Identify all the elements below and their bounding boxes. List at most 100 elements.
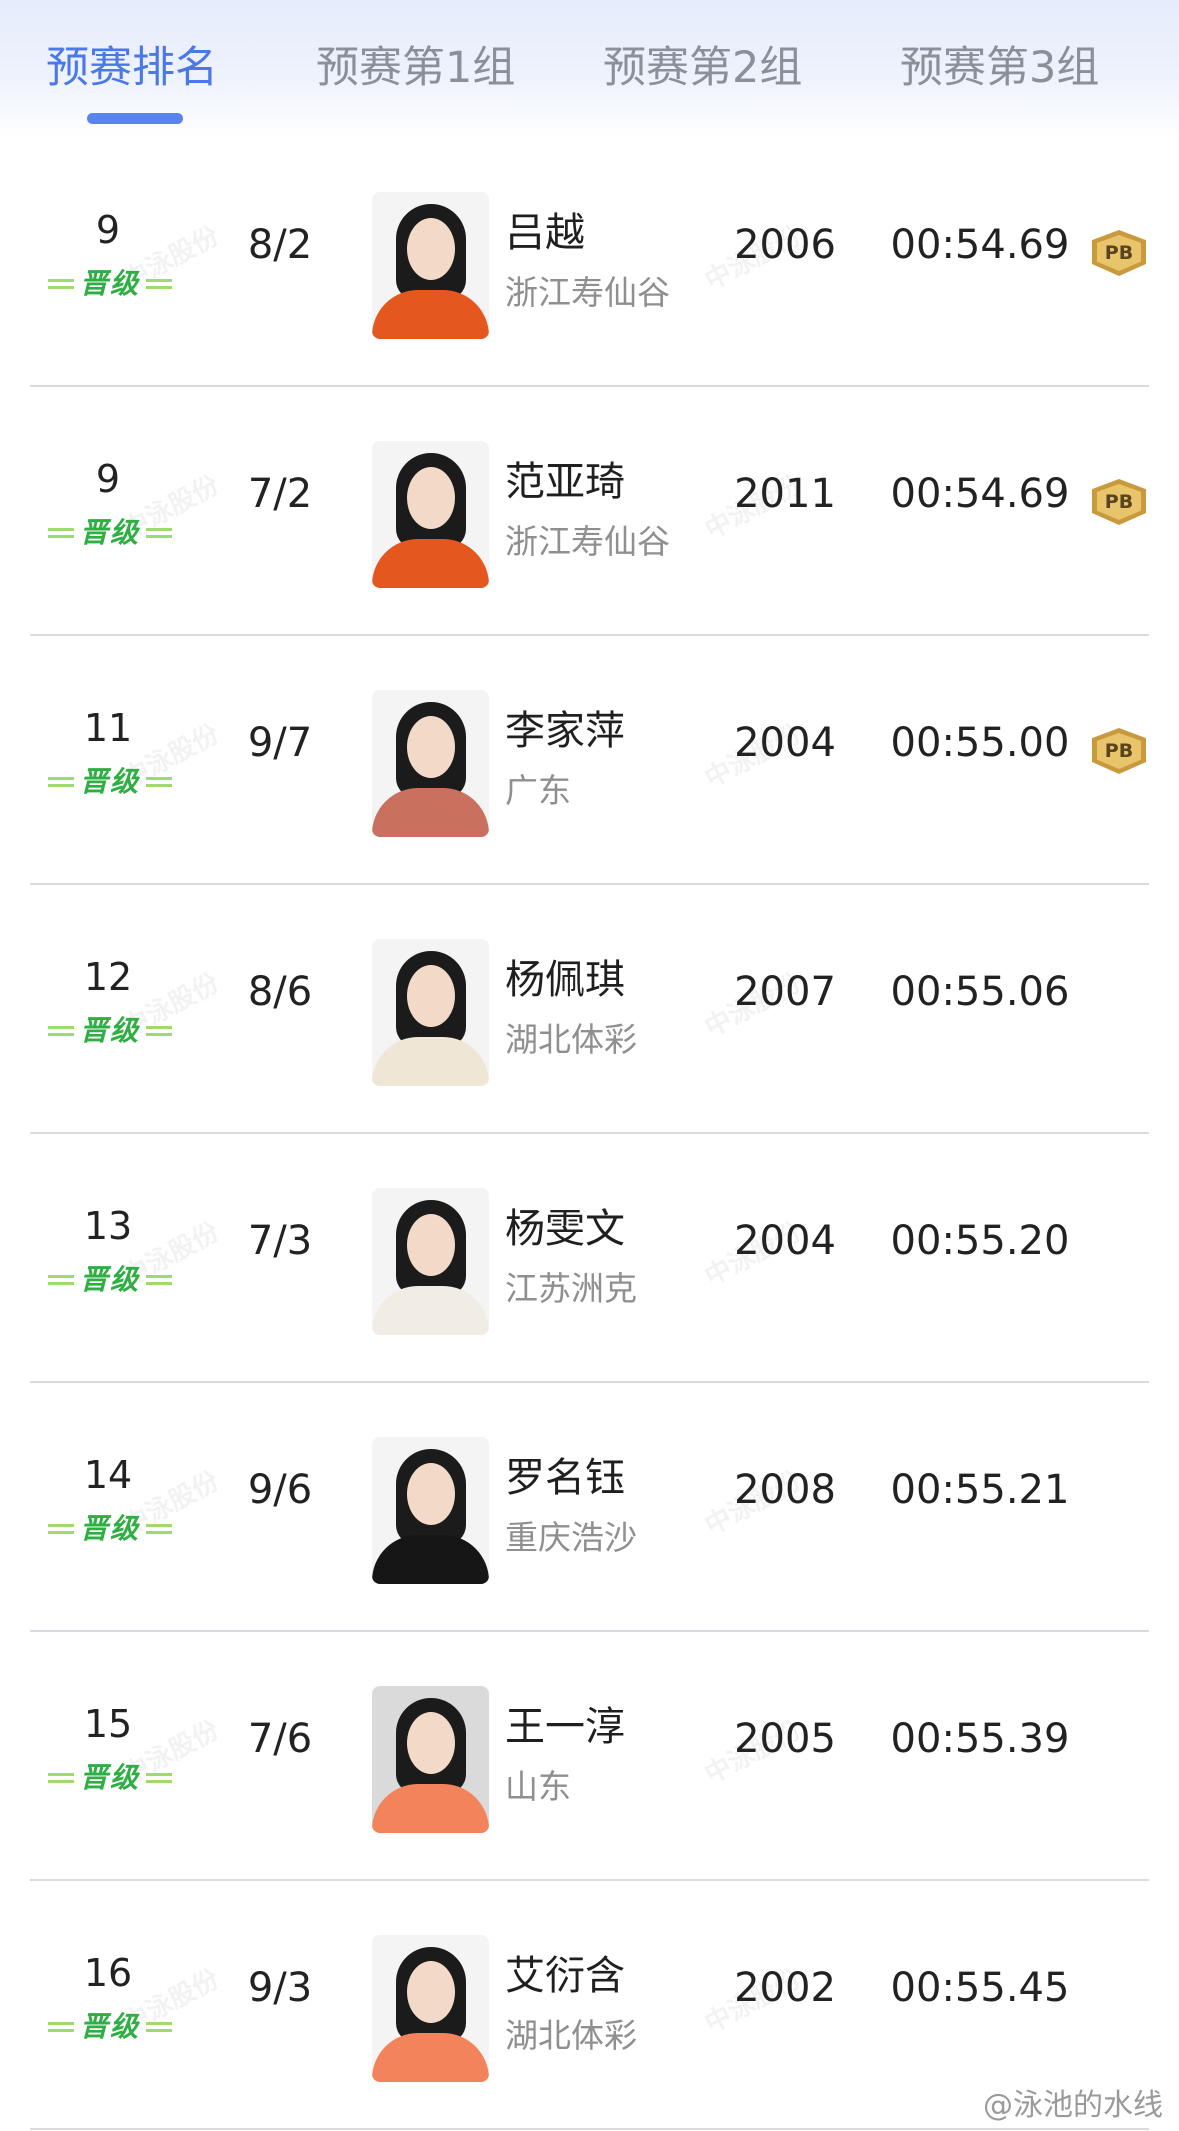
athlete-name[interactable]: 艾衍含	[505, 1943, 625, 2001]
result-row[interactable]: 中泳股份 中泳股份 15 晋级 7/6 王一淳 山东 2005 00:55.39	[0, 1632, 1179, 1881]
wing-right-icon	[146, 528, 172, 538]
tab-bar: 预赛排名 预赛第1组 预赛第2组 预赛第3组	[0, 0, 1179, 138]
wing-left-icon	[48, 2022, 74, 2032]
athlete-photo[interactable]	[372, 1686, 489, 1833]
athlete-name[interactable]: 范亚琦	[505, 449, 625, 507]
athlete-team: 广东	[505, 771, 571, 810]
result-row[interactable]: 中泳股份 中泳股份 14 晋级 9/6 罗名钰 重庆浩沙 2008 00:55.…	[0, 1383, 1179, 1632]
race-time: 00:55.20	[890, 1218, 1070, 1264]
advance-badge-label: 晋级	[79, 516, 140, 549]
tab-prelim-group-2[interactable]: 预赛第2组	[603, 38, 802, 98]
result-row[interactable]: 中泳股份 中泳股份 11 晋级 9/7 李家萍 广东 2004 00:55.00…	[0, 636, 1179, 885]
tab-prelim-ranking[interactable]: 预赛排名	[46, 38, 218, 98]
wing-left-icon	[48, 1275, 74, 1285]
wing-right-icon	[146, 1524, 172, 1534]
wing-right-icon	[146, 279, 172, 289]
athlete-name[interactable]: 李家萍	[505, 698, 625, 756]
rank-number: 9	[95, 208, 121, 252]
advance-badge-label: 晋级	[79, 2010, 140, 2043]
advance-badge: 晋级	[48, 1262, 172, 1298]
wing-right-icon	[146, 2022, 172, 2032]
personal-best-badge-label: PB	[1097, 484, 1141, 520]
athlete-team: 江苏洲克	[505, 1269, 637, 1308]
birth-year: 2002	[734, 1965, 836, 2011]
advance-badge: 晋级	[48, 2009, 172, 2045]
athlete-photo[interactable]	[372, 1935, 489, 2082]
rank-number: 13	[83, 1204, 133, 1248]
athlete-photo[interactable]	[372, 1188, 489, 1335]
athlete-team: 山东	[505, 1767, 571, 1806]
athlete-team: 浙江寿仙谷	[505, 273, 670, 312]
face-shape	[407, 965, 455, 1027]
rank-number: 11	[83, 706, 133, 750]
birth-year: 2005	[734, 1716, 836, 1762]
personal-best-badge-label: PB	[1097, 235, 1141, 271]
race-time: 00:55.45	[890, 1965, 1070, 2011]
race-time: 00:55.21	[890, 1467, 1070, 1513]
athlete-photo[interactable]	[372, 192, 489, 339]
heat-lane: 8/6	[247, 969, 313, 1015]
active-tab-indicator	[87, 113, 183, 124]
birth-year: 2006	[734, 222, 836, 268]
birth-year: 2011	[734, 471, 836, 517]
heat-lane: 7/6	[247, 1716, 313, 1762]
athlete-name[interactable]: 王一淳	[505, 1694, 625, 1752]
advance-badge: 晋级	[48, 1013, 172, 1049]
rank-number: 12	[83, 955, 133, 999]
athlete-photo[interactable]	[372, 690, 489, 837]
rank-number: 14	[83, 1453, 133, 1497]
swim-results-page: 预赛排名 预赛第1组 预赛第2组 预赛第3组 中泳股份 中泳股份 9 晋级 8/…	[0, 0, 1179, 2131]
rank-number: 16	[83, 1951, 133, 1995]
race-time: 00:55.39	[890, 1716, 1070, 1762]
result-row[interactable]: 中泳股份 中泳股份 9 晋级 8/2 吕越 浙江寿仙谷 2006 00:54.6…	[0, 138, 1179, 387]
result-row[interactable]: 中泳股份 中泳股份 13 晋级 7/3 杨雯文 江苏洲克 2004 00:55.…	[0, 1134, 1179, 1383]
result-row[interactable]: 中泳股份 中泳股份 12 晋级 8/6 杨佩琪 湖北体彩 2007 00:55.…	[0, 885, 1179, 1134]
advance-badge: 晋级	[48, 764, 172, 800]
face-shape	[407, 1463, 455, 1525]
tab-prelim-group-1[interactable]: 预赛第1组	[316, 38, 515, 98]
wing-left-icon	[48, 1026, 74, 1036]
athlete-photo[interactable]	[372, 441, 489, 588]
rank-number: 9	[95, 457, 121, 501]
heat-lane: 8/2	[247, 222, 313, 268]
birth-year: 2004	[734, 1218, 836, 1264]
wing-right-icon	[146, 1026, 172, 1036]
face-shape	[407, 218, 455, 280]
birth-year: 2007	[734, 969, 836, 1015]
face-shape	[407, 1214, 455, 1276]
athlete-name[interactable]: 杨佩琪	[505, 947, 625, 1005]
personal-best-badge-icon: PB	[1092, 479, 1146, 525]
personal-best-badge-icon: PB	[1092, 728, 1146, 774]
wing-left-icon	[48, 528, 74, 538]
wing-left-icon	[48, 1524, 74, 1534]
wing-right-icon	[146, 777, 172, 787]
heat-lane: 9/7	[247, 720, 313, 766]
wing-right-icon	[146, 1773, 172, 1783]
athlete-name[interactable]: 罗名钰	[505, 1445, 625, 1503]
face-shape	[407, 467, 455, 529]
athlete-photo[interactable]	[372, 1437, 489, 1584]
advance-badge: 晋级	[48, 266, 172, 302]
wing-left-icon	[48, 1773, 74, 1783]
personal-best-badge-label: PB	[1097, 733, 1141, 769]
athlete-team: 湖北体彩	[505, 1020, 637, 1059]
advance-badge-label: 晋级	[79, 1263, 140, 1296]
athlete-team: 浙江寿仙谷	[505, 522, 670, 561]
heat-lane: 9/6	[247, 1467, 313, 1513]
athlete-team: 重庆浩沙	[505, 1518, 637, 1557]
athlete-name[interactable]: 杨雯文	[505, 1196, 625, 1254]
result-list: 中泳股份 中泳股份 9 晋级 8/2 吕越 浙江寿仙谷 2006 00:54.6…	[0, 138, 1179, 2130]
birth-year: 2004	[734, 720, 836, 766]
advance-badge-label: 晋级	[79, 1761, 140, 1794]
tab-prelim-group-3[interactable]: 预赛第3组	[900, 38, 1099, 98]
race-time: 00:55.00	[890, 720, 1070, 766]
athlete-photo[interactable]	[372, 939, 489, 1086]
result-row[interactable]: 中泳股份 中泳股份 9 晋级 7/2 范亚琦 浙江寿仙谷 2011 00:54.…	[0, 387, 1179, 636]
face-shape	[407, 716, 455, 778]
advance-badge-label: 晋级	[79, 267, 140, 300]
athlete-name[interactable]: 吕越	[505, 200, 585, 258]
wing-left-icon	[48, 279, 74, 289]
face-shape	[407, 1961, 455, 2023]
race-time: 00:54.69	[890, 222, 1070, 268]
birth-year: 2008	[734, 1467, 836, 1513]
